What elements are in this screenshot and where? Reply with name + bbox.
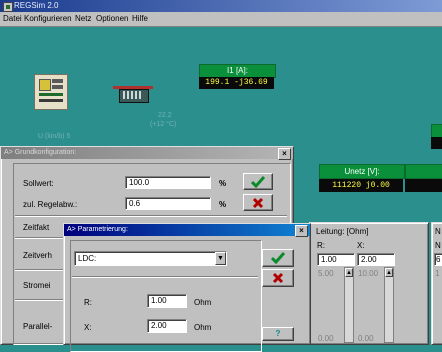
- grundkonfiguration-title: A> Grundkonfiguration:: [4, 149, 77, 156]
- menu-netz[interactable]: Netz: [75, 14, 91, 24]
- grundkonfiguration-caption: A> Grundkonfiguration:: [1, 147, 293, 159]
- param-r-input[interactable]: 1.00: [147, 294, 187, 308]
- grundkonfiguration-close-button[interactable]: ×: [278, 148, 291, 160]
- leitung-r-max: 0.00: [318, 334, 334, 343]
- regelabw-label: zul. Regelabw.:: [23, 200, 78, 209]
- grundkonfiguration-cancel-button[interactable]: [243, 194, 273, 211]
- current-value-display: 199.1 -j36.69: [199, 77, 274, 89]
- leitung-r-scrollbar[interactable]: ▲: [344, 267, 354, 343]
- check-icon: [250, 176, 266, 189]
- current-label-box: I1 [A]:: [199, 64, 276, 78]
- param-r-label: R:: [84, 298, 92, 307]
- leitung-r-input[interactable]: 1.00: [317, 253, 355, 266]
- right-indicator: [405, 164, 442, 179]
- param-x-label: X:: [84, 323, 92, 332]
- right-partial-min: 1: [435, 269, 440, 278]
- faded-readout-2: (+12 °C): [150, 121, 177, 128]
- faded-readout-3: U (kin/b) 5: [38, 133, 71, 140]
- mode-select-value: LDC:: [78, 254, 97, 263]
- menu-bar: Datei Konfigurieren Netz Optionen Hilfe: [0, 12, 442, 27]
- app-icon: [3, 2, 13, 12]
- regelabw-input[interactable]: 0.6: [125, 197, 211, 210]
- app-title: REGSim 2.0: [14, 1, 59, 10]
- app-title-bar: REGSim 2.0: [0, 0, 442, 12]
- param-r-unit: Ohm: [194, 298, 212, 307]
- leitung-x-input[interactable]: 2.00: [357, 253, 395, 266]
- sollwert-unit: %: [219, 179, 227, 188]
- right-partial-input[interactable]: 6: [434, 253, 442, 266]
- voltage-label: Unetz [V]:: [344, 167, 380, 176]
- x-icon: [272, 272, 284, 284]
- parametrierung-cancel-button[interactable]: [262, 269, 294, 287]
- help-icon: ?: [275, 329, 281, 338]
- parametrierung-caption: A> Parametrierung:: [64, 224, 310, 236]
- voltage-value: 111220 j0.00: [332, 181, 390, 190]
- parametrierung-title: A> Parametrierung:: [67, 226, 128, 233]
- menu-konfigurieren[interactable]: Konfigurieren: [24, 14, 72, 24]
- edge-indicator: [431, 124, 442, 138]
- leitung-x-scrollbar[interactable]: ▲: [384, 267, 394, 343]
- zeitverhalten-label: Zeitverh: [23, 251, 52, 260]
- edge-display: [431, 137, 442, 149]
- parallel-label: Parallel-: [23, 322, 53, 331]
- param-x-unit: Ohm: [194, 323, 212, 332]
- leitung-panel: Leitung: [Ohm] R: X: 1.00 2.00 5.00 10.0…: [309, 222, 429, 345]
- regelabw-unit: %: [219, 200, 227, 209]
- right-partial-panel: N N 6 1: [431, 222, 442, 345]
- parametrierung-ok-button[interactable]: [262, 249, 294, 267]
- leitung-x-header: X:: [357, 241, 365, 250]
- zeitfaktor-label: Zeitfakt: [23, 223, 50, 232]
- voltage-label-box: Unetz [V]:: [319, 164, 405, 179]
- right-partial-subheader: N: [435, 241, 441, 250]
- parametrierung-close-button[interactable]: ×: [295, 225, 308, 237]
- menu-datei[interactable]: Datei: [3, 14, 22, 24]
- leitung-x-max: 0.00: [358, 334, 374, 343]
- stromeinspeisung-label: Stromei: [23, 281, 51, 290]
- chevron-down-icon[interactable]: ▼: [215, 252, 226, 265]
- parametrierung-help-button[interactable]: ?: [262, 327, 294, 341]
- current-value: 199.1 -j36.69: [205, 78, 268, 87]
- voltage-value-display: 111220 j0.00: [319, 179, 403, 192]
- controller-device-icon[interactable]: [34, 74, 68, 110]
- parametrierung-window: A> Parametrierung: × LDC: ▼ R: 1.00 Ohm …: [63, 223, 311, 352]
- check-icon: [270, 252, 286, 265]
- faded-readout-1: 22.2: [158, 112, 172, 119]
- leitung-r-min: 5.00: [318, 269, 334, 278]
- grundkonfiguration-ok-button[interactable]: [243, 173, 273, 190]
- mode-select[interactable]: LDC:: [74, 251, 227, 266]
- leitung-x-min: 10.00: [358, 269, 379, 278]
- sollwert-input[interactable]: 100.0: [125, 176, 211, 189]
- sollwert-label: Sollwert:: [23, 179, 54, 188]
- transformer-icon[interactable]: [113, 81, 153, 103]
- current-label: I1 [A]:: [227, 66, 248, 75]
- menu-optionen[interactable]: Optionen: [96, 14, 128, 24]
- leitung-title: Leitung: [Ohm]: [316, 227, 369, 236]
- leitung-r-header: R:: [317, 241, 325, 250]
- right-partial-header: N: [435, 227, 441, 236]
- param-x-input[interactable]: 2.00: [147, 319, 187, 333]
- x-icon: [252, 197, 264, 209]
- menu-hilfe[interactable]: Hilfe: [132, 14, 148, 24]
- right-display: [405, 179, 442, 192]
